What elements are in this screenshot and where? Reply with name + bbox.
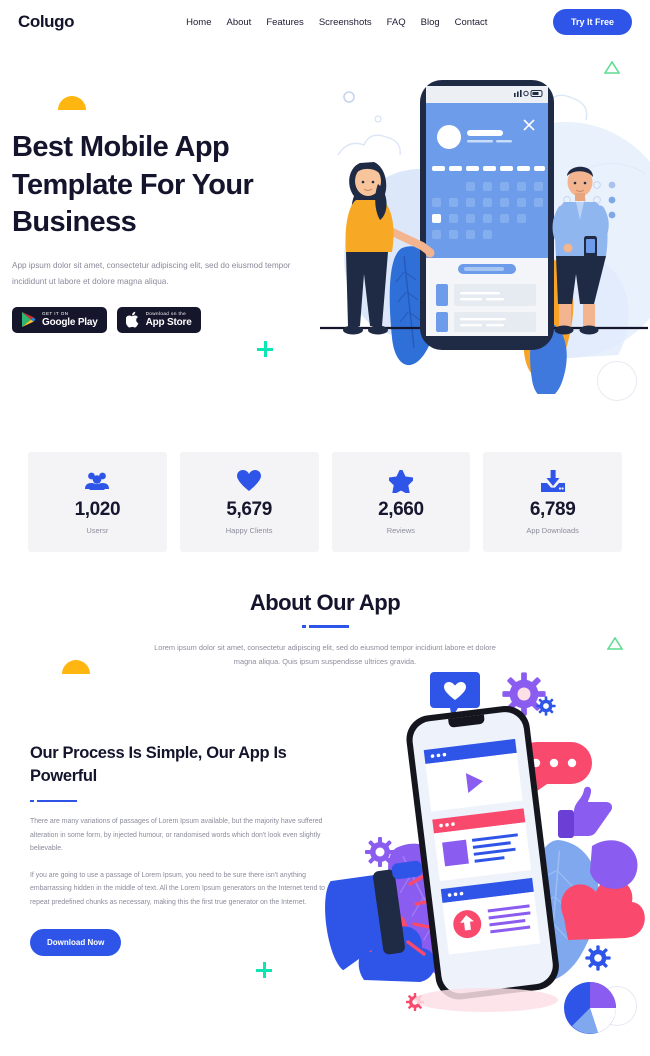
- star-icon: [388, 469, 413, 493]
- divider-bar: [37, 799, 77, 803]
- hero-section: Best Mobile App Template For Your Busine…: [0, 44, 650, 401]
- teal-plus-decoration-2: [256, 962, 272, 978]
- download-icon: [540, 469, 565, 493]
- process-divider: [30, 799, 330, 803]
- try-it-free-button[interactable]: Try It Free: [552, 9, 632, 35]
- section-divider: [0, 625, 650, 628]
- stat-value: 5,679: [226, 499, 272, 520]
- google-play-button[interactable]: GET IT ON Google Play: [12, 306, 107, 333]
- stat-value: 2,660: [378, 499, 424, 520]
- nav-item-faq[interactable]: FAQ: [387, 17, 406, 28]
- stat-value: 1,020: [74, 499, 121, 520]
- nav-item-features[interactable]: Features: [266, 17, 304, 28]
- orange-dome-decoration: [58, 96, 86, 110]
- stat-card-app-downloads[interactable]: 6,789 App Downloads: [483, 452, 622, 552]
- nav-item-contact[interactable]: Contact: [455, 17, 488, 28]
- stat-label: Usersr: [86, 526, 109, 535]
- nav-item-about[interactable]: About: [226, 17, 251, 28]
- stats-section: 1,020 Usersr 5,679 Happy Clients 2,660 R…: [28, 452, 622, 552]
- nav-item-screenshots[interactable]: Screenshots: [319, 17, 372, 28]
- store-badges: GET IT ON Google Play Download on the Ap…: [12, 306, 322, 333]
- about-title: About Our App: [249, 590, 401, 615]
- apple-icon: [125, 312, 138, 328]
- green-triangle-decoration-2: [606, 636, 624, 655]
- nav-item-blog[interactable]: Blog: [421, 17, 440, 28]
- app-store-button[interactable]: Download on the App Store: [116, 306, 201, 333]
- divider-dot: [30, 799, 34, 803]
- process-paragraph-2: If you are going to use a passage of Lor…: [30, 871, 325, 906]
- heart-icon: [237, 469, 262, 493]
- app-store-bottom-label: App Store: [145, 317, 192, 329]
- users-icon: [84, 469, 110, 493]
- hero-content: Best Mobile App Template For Your Busine…: [12, 129, 322, 333]
- stat-card-happy-clients[interactable]: 5,679 Happy Clients: [179, 452, 319, 552]
- hero-title: Best Mobile App Template For Your Busine…: [12, 131, 254, 239]
- nav-item-home[interactable]: Home: [186, 17, 211, 28]
- google-play-icon: [22, 312, 36, 328]
- stat-label: Reviews: [386, 526, 416, 535]
- about-illustration: [318, 660, 650, 1040]
- brand-logo[interactable]: Colugo: [18, 12, 75, 32]
- google-play-top-label: GET IT ON: [42, 310, 69, 316]
- stat-card-reviews[interactable]: 2,660 Reviews: [331, 452, 471, 552]
- main-nav: Home About Features Screenshots FAQ Blog…: [186, 17, 487, 28]
- process-title: Our Process Is Simple, Our App Is Powerf…: [30, 744, 287, 786]
- download-now-button[interactable]: Download Now: [30, 929, 122, 957]
- google-play-bottom-label: Google Play: [42, 317, 98, 329]
- stat-value: 6,789: [529, 499, 576, 520]
- hero-illustration: [318, 60, 650, 394]
- app-store-top-label: Download on the: [145, 310, 187, 316]
- stat-card-users[interactable]: 1,020 Usersr: [28, 452, 167, 552]
- stat-label: Happy Clients: [225, 526, 273, 535]
- process-paragraph-1: There are many variations of passages of…: [30, 818, 323, 853]
- divider-bar: [308, 625, 349, 628]
- navbar: Colugo Home About Features Screenshots F…: [0, 0, 650, 44]
- hero-subtitle: App ipsum dolor sit amet, consectetur ad…: [12, 261, 291, 287]
- stat-label: App Downloads: [526, 526, 579, 535]
- thumbs-up-icon: [558, 786, 613, 838]
- about-header-section: About Our App Lorem ipsum dolor sit amet…: [0, 590, 650, 670]
- process-section: Our Process Is Simple, Our App Is Powerf…: [30, 742, 330, 957]
- pie-chart-icon: [564, 982, 616, 1034]
- divider-dot: [301, 625, 306, 628]
- teal-plus-decoration: [257, 341, 273, 357]
